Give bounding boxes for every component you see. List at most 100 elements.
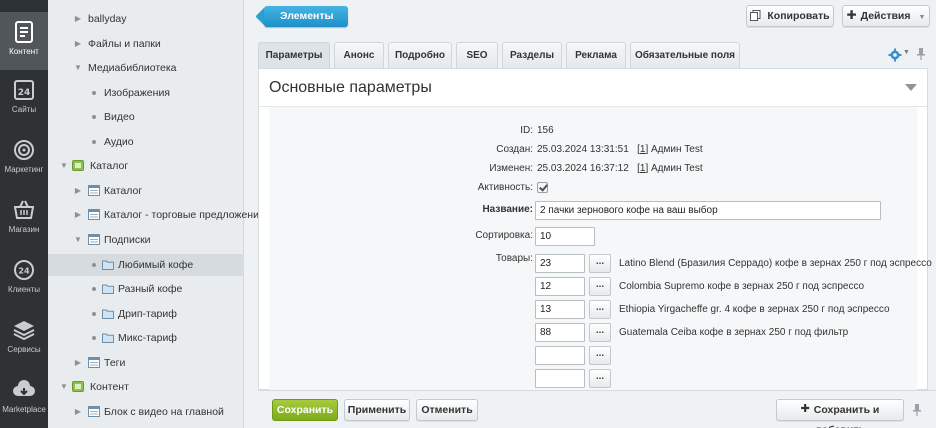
rail-item-marketing[interactable]: Маркетинг bbox=[0, 130, 48, 188]
tree-item-selected[interactable]: Любимый кофе bbox=[48, 254, 244, 276]
tree-item[interactable]: ▶ Блок с видео на главной bbox=[48, 401, 244, 423]
goods-select-button[interactable]: ... bbox=[589, 323, 611, 342]
tree-item[interactable]: ▼ Контент bbox=[48, 376, 244, 398]
goods-qty-input[interactable]: 23 bbox=[535, 254, 585, 273]
name-label: Название: bbox=[482, 204, 533, 215]
created-user-link[interactable]: 1 bbox=[640, 144, 646, 155]
tree-item[interactable]: ▼ Каталог bbox=[48, 155, 244, 177]
tree-item-label: Каталог bbox=[104, 185, 143, 197]
tab-announce[interactable]: Анонс bbox=[334, 42, 384, 68]
chevron-right-icon[interactable]: ▶ bbox=[74, 8, 82, 30]
changed-user-name: Админ Test bbox=[651, 163, 703, 174]
tree-item-label: Дрип-тариф bbox=[118, 308, 177, 320]
goods-item-name: Ethiopia Yirgacheffe gr. 4 кофе в зернах… bbox=[619, 304, 890, 315]
tab-sections[interactable]: Разделы bbox=[502, 42, 562, 68]
gear-icon[interactable] bbox=[888, 48, 902, 62]
tree-item-label: Видео bbox=[104, 111, 135, 123]
apply-button[interactable]: Применить bbox=[344, 399, 410, 421]
iblock-list-icon bbox=[88, 406, 100, 417]
chevron-right-icon[interactable]: ▶ bbox=[74, 204, 82, 226]
pin-icon[interactable] bbox=[916, 47, 926, 61]
goods-select-button[interactable]: ... bbox=[589, 300, 611, 319]
form-footer: Сохранить Применить Отменить ✚ Сохранить … bbox=[258, 390, 936, 428]
tree-item[interactable]: ▶ Теги bbox=[48, 352, 244, 374]
name-input[interactable]: 2 пачки зернового кофе на ваш выбор bbox=[535, 201, 881, 220]
id-label: ID: bbox=[520, 125, 533, 136]
rail-item-services[interactable]: Сервисы bbox=[0, 310, 48, 368]
chevron-right-icon[interactable]: ▶ bbox=[74, 33, 82, 55]
chevron-down-icon[interactable]: ▼ bbox=[903, 49, 910, 56]
form-body: ID: 156 Создан: 25.03.2024 13:31:51 [1] … bbox=[269, 107, 932, 391]
rail-item-content[interactable]: Контент bbox=[0, 12, 48, 70]
changed-value: 25.03.2024 16:37:12 [1] Админ Test bbox=[537, 163, 703, 174]
tree-item[interactable]: Микс-тариф bbox=[48, 327, 244, 349]
chevron-down-icon[interactable]: ▼ bbox=[74, 229, 82, 251]
goods-qty-input[interactable] bbox=[535, 346, 585, 365]
tab-seo[interactable]: SEO bbox=[456, 42, 498, 68]
tree-item[interactable]: ▶ Каталог - торговые предложения bbox=[48, 204, 265, 226]
rail-item-sites[interactable]: 24 Сайты bbox=[0, 70, 48, 128]
folder-icon bbox=[102, 309, 114, 319]
goods-qty-input[interactable]: 13 bbox=[535, 300, 585, 319]
tree-item[interactable]: ▼ Медиабиблиотека bbox=[48, 57, 244, 79]
tree-item-label: Каталог bbox=[90, 160, 129, 172]
tree-item-label: Контент bbox=[90, 381, 129, 393]
chevron-right-icon[interactable]: ▶ bbox=[74, 352, 82, 374]
copy-icon bbox=[750, 9, 761, 21]
copy-button[interactable]: Копировать bbox=[746, 5, 834, 27]
tab-details[interactable]: Подробно bbox=[388, 42, 452, 68]
tab-parameters[interactable]: Параметры bbox=[258, 42, 330, 70]
iblock-list-icon bbox=[88, 357, 100, 368]
pin-icon[interactable] bbox=[912, 403, 922, 417]
goods-select-button[interactable]: ... bbox=[589, 277, 611, 296]
elements-breadcrumb-button[interactable]: Элементы bbox=[264, 6, 348, 27]
folder-icon bbox=[102, 333, 114, 343]
navigation-tree: ▶ ballyday ▶ Файлы и папки ▼ Медиабиблио… bbox=[48, 0, 265, 428]
created-value: 25.03.2024 13:31:51 [1] Админ Test bbox=[537, 144, 703, 155]
cancel-button[interactable]: Отменить bbox=[416, 399, 478, 421]
tree-item-label: Микс-тариф bbox=[118, 332, 177, 344]
sort-input[interactable]: 10 bbox=[535, 227, 595, 246]
iblock-list-icon bbox=[88, 185, 100, 196]
chevron-down-icon[interactable]: ▼ bbox=[60, 155, 68, 177]
rail-item-label: Магазин bbox=[8, 225, 40, 234]
active-checkbox[interactable] bbox=[537, 182, 548, 193]
tree-item[interactable]: Изображения bbox=[48, 82, 244, 104]
goods-qty-input[interactable]: 88 bbox=[535, 323, 585, 342]
changed-user-link[interactable]: 1 bbox=[640, 163, 646, 174]
sort-label: Сортировка: bbox=[475, 230, 533, 241]
chevron-right-icon[interactable]: ▶ bbox=[74, 180, 82, 202]
tree-item[interactable]: ▶ Файлы и папки bbox=[48, 33, 244, 55]
tree-item[interactable]: ▼ Подписки bbox=[48, 229, 244, 251]
tree-item[interactable]: Разный кофе bbox=[48, 278, 244, 300]
save-and-add-button[interactable]: ✚Сохранить и добавить bbox=[776, 399, 904, 428]
tree-item[interactable]: Дрип-тариф bbox=[48, 303, 244, 325]
rail-item-marketplace[interactable]: Marketplace bbox=[0, 370, 48, 428]
page-title: Основные параметры bbox=[269, 79, 432, 96]
collapse-arrow-icon[interactable] bbox=[905, 84, 917, 91]
tree-item[interactable]: ▶ Каталог bbox=[48, 180, 244, 202]
target-icon bbox=[14, 140, 34, 160]
goods-qty-input[interactable]: 12 bbox=[535, 277, 585, 296]
save-button[interactable]: Сохранить bbox=[272, 399, 338, 421]
tree-item[interactable]: Аудио bbox=[48, 131, 244, 153]
rail-item-clients[interactable]: 24 Клиенты bbox=[0, 250, 48, 308]
created-user-name: Админ Test bbox=[651, 144, 703, 155]
tab-required-fields[interactable]: Обязательные поля bbox=[630, 42, 740, 68]
chevron-right-icon[interactable]: ▶ bbox=[74, 401, 82, 423]
goods-qty-input[interactable] bbox=[535, 369, 585, 388]
tree-item[interactable]: Видео bbox=[48, 106, 244, 128]
tree-item-label: Теги bbox=[104, 357, 126, 369]
goods-select-button[interactable]: ... bbox=[589, 346, 611, 365]
rail-item-shop[interactable]: Магазин bbox=[0, 190, 48, 248]
goods-select-button[interactable]: ... bbox=[589, 369, 611, 388]
actions-dropdown-button[interactable]: ✚ Действия ▼ bbox=[842, 5, 930, 27]
tree-item[interactable]: ▶ ballyday bbox=[48, 8, 244, 30]
chevron-down-icon[interactable]: ▼ bbox=[60, 376, 68, 398]
layers-icon bbox=[13, 321, 35, 341]
goods-select-button[interactable]: ... bbox=[589, 254, 611, 273]
calendar-24-icon: 24 bbox=[14, 80, 34, 100]
tab-ads[interactable]: Реклама bbox=[566, 42, 626, 68]
chevron-down-icon[interactable]: ▼ bbox=[74, 57, 82, 79]
changed-date: 25.03.2024 16:37:12 bbox=[537, 163, 629, 174]
